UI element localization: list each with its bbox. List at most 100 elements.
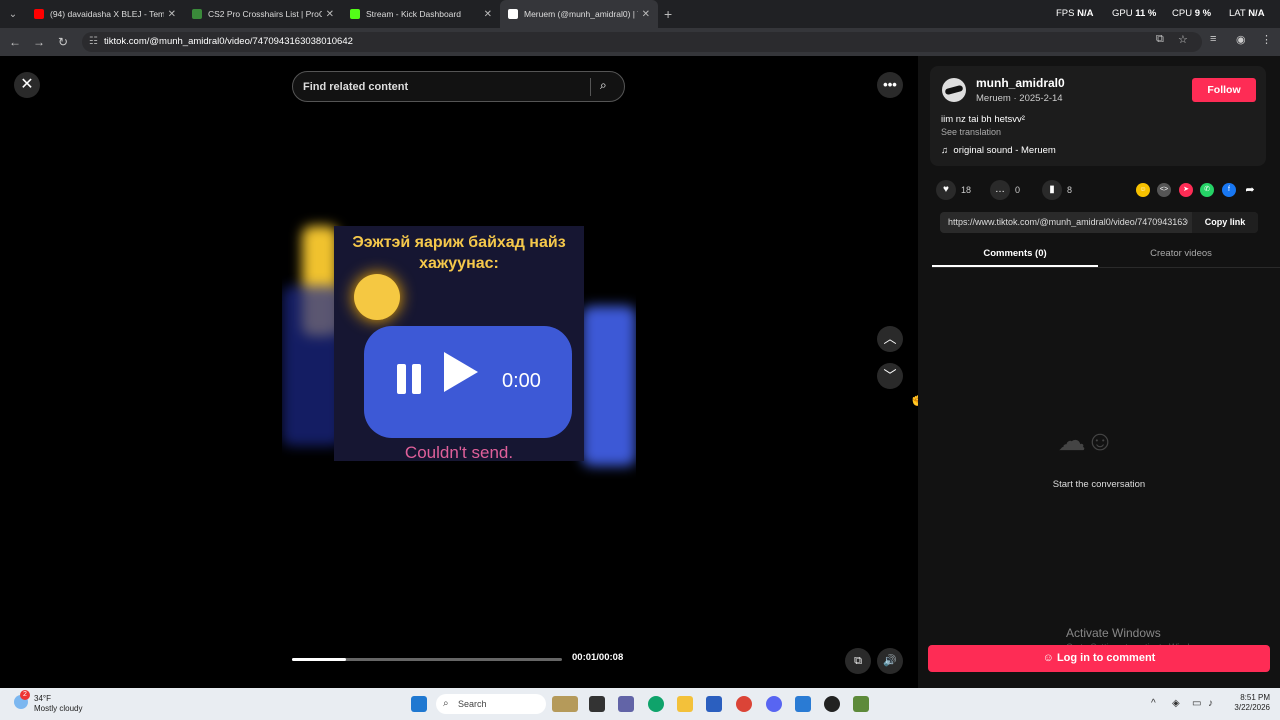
share-link-text[interactable]: https://www.tiktok.com/@munh_amidral0/vi…: [948, 217, 1188, 227]
chrome-icon[interactable]: [736, 696, 752, 712]
share-arrow-icon[interactable]: ➦: [1243, 183, 1257, 197]
follow-button[interactable]: Follow: [1192, 78, 1256, 102]
forward-arrow-icon[interactable]: →: [27, 35, 51, 49]
steelseries-icon[interactable]: [824, 696, 840, 712]
tab-creator-videos[interactable]: Creator videos: [1098, 248, 1264, 259]
windows-start-icon[interactable]: [411, 696, 427, 712]
see-translation-link[interactable]: See translation: [941, 127, 1001, 137]
play-icon[interactable]: [444, 352, 478, 392]
app-window-icon[interactable]: [795, 696, 811, 712]
chevron-up-icon[interactable]: ︿: [877, 326, 903, 352]
search-icon[interactable]: ⌕: [600, 78, 607, 93]
hud-label: FPS: [1056, 8, 1075, 19]
like-count: 18: [961, 185, 972, 195]
send-to-friends-icon[interactable]: ➤: [1179, 183, 1193, 197]
tab-close-icon[interactable]: ✕: [642, 9, 650, 20]
speaker-icon[interactable]: ♪: [1208, 698, 1213, 709]
minecraft-icon[interactable]: [853, 696, 869, 712]
search-highlight-icon[interactable]: [552, 696, 578, 712]
comment-icon: ☺: [1042, 652, 1054, 664]
browser-tab[interactable]: Stream - Kick Dashboard ✕: [342, 0, 500, 28]
tab-title: Stream - Kick Dashboard: [366, 9, 461, 19]
video-player[interactable]: Ээжтэй яариж байхад найз хажуунас: 0:00 …: [282, 106, 636, 688]
tiktok-video-viewer: ✕ Ээжтэй яариж байхад найз хажуунас: 0:0…: [0, 56, 1280, 688]
floating-player-icon[interactable]: ⧉: [845, 648, 871, 674]
taskbar-search[interactable]: ⌕ Search: [436, 694, 546, 714]
video-glow-decor: [582, 306, 636, 466]
site-info-icon[interactable]: ☷: [89, 32, 98, 52]
network-icon[interactable]: ▭: [1192, 698, 1201, 709]
active-tab-indicator: [932, 265, 1098, 267]
browser-tab[interactable]: CS2 Pro Crosshairs List | ProCro ✕: [184, 0, 342, 28]
like-button[interactable]: ♥ 18: [936, 180, 971, 200]
tray-overflow-chevron-icon[interactable]: ^: [1151, 698, 1156, 709]
discord-icon[interactable]: [766, 696, 782, 712]
activate-windows-title: Activate Windows: [1066, 626, 1161, 640]
task-view-icon[interactable]: [589, 696, 605, 712]
kick-favicon-icon: [350, 9, 360, 19]
repost-icon[interactable]: ☺: [1136, 183, 1150, 197]
clock-date: 3/22/2026: [1234, 703, 1270, 712]
tab-title: CS2 Pro Crosshairs List | ProCro: [208, 9, 322, 19]
tab-search-chevron-icon[interactable]: ⌄: [0, 0, 26, 28]
video-caption-text: Ээжтэй яариж байхад найз хажуунас:: [352, 234, 566, 272]
avatar[interactable]: [942, 78, 966, 102]
login-label: Log in to comment: [1056, 652, 1156, 664]
browser-menu-icon[interactable]: ⋮: [1261, 33, 1272, 46]
back-arrow-icon[interactable]: ←: [3, 35, 27, 49]
search-input[interactable]: [303, 78, 583, 96]
install-app-icon[interactable]: ⧉: [1156, 33, 1164, 46]
tab-comments[interactable]: Comments (0): [932, 248, 1098, 259]
reload-icon[interactable]: ↻: [51, 35, 75, 49]
save-button[interactable]: ▮ 8: [1042, 180, 1072, 200]
tab-close-icon[interactable]: ✕: [484, 9, 492, 20]
hud-value: 11 %: [1135, 8, 1157, 19]
tab-title: Meruem (@munh_amidral0) | T: [524, 9, 638, 19]
close-icon[interactable]: ✕: [14, 72, 40, 98]
author-username[interactable]: munh_amidral0: [976, 76, 1065, 90]
hud-value: N/A: [1248, 8, 1265, 19]
seek-bar-progress: [292, 658, 346, 661]
hud-lat: LAT N/A: [1229, 8, 1265, 19]
tab-close-icon[interactable]: ✕: [326, 9, 334, 20]
tab-close-icon[interactable]: ✕: [168, 9, 176, 20]
url-text: tiktok.com/@munh_amidral0/video/74709431…: [104, 36, 353, 47]
embed-icon[interactable]: <>: [1157, 183, 1171, 197]
action-bar: ♥ 18 … 0 ▮ 8 ☺ <> ➤ ✆ f ➦: [936, 180, 1272, 200]
more-options-icon[interactable]: •••: [877, 72, 903, 98]
copy-link-button[interactable]: Copy link: [1192, 212, 1258, 233]
browser-tab[interactable]: (94) davaidasha X BLEJ - Temtre ✕: [26, 0, 184, 28]
bookmark-star-icon[interactable]: ☆: [1178, 33, 1188, 46]
new-tab-plus-icon[interactable]: +: [664, 6, 672, 22]
notification-badge: 2: [20, 690, 30, 700]
teams-icon[interactable]: [618, 696, 634, 712]
url-bar[interactable]: ☷ tiktok.com/@munh_amidral0/video/747094…: [82, 32, 1202, 52]
link-box: https://www.tiktok.com/@munh_amidral0/vi…: [940, 212, 1258, 233]
star-character-icon: [354, 274, 400, 320]
taskbar-search-label: Search: [458, 699, 487, 709]
store-icon[interactable]: [706, 696, 722, 712]
volume-icon[interactable]: 🔊: [877, 648, 903, 674]
search-icon: ⌕: [443, 698, 449, 709]
browser-tab-active[interactable]: Meruem (@munh_amidral0) | T ✕: [500, 0, 658, 28]
whatsapp-icon[interactable]: ✆: [1200, 183, 1214, 197]
hud-fps: FPS N/A: [1056, 8, 1094, 19]
hud-label: LAT: [1229, 8, 1246, 19]
facebook-icon[interactable]: f: [1222, 183, 1236, 197]
login-to-comment-button[interactable]: ☺ Log in to comment: [928, 645, 1270, 672]
comment-button[interactable]: … 0: [990, 180, 1020, 200]
save-count: 8: [1067, 185, 1073, 195]
video-seek-bar[interactable]: [292, 658, 562, 661]
related-content-search: ⌕: [292, 71, 625, 102]
chevron-down-icon[interactable]: ﹀: [877, 363, 903, 389]
music-link[interactable]: ♫ original sound - Meruem: [941, 145, 1056, 156]
reading-list-icon[interactable]: ≡: [1210, 33, 1216, 45]
profile-avatar-icon[interactable]: ◉: [1236, 33, 1246, 46]
tray-app-icon[interactable]: ◈: [1172, 698, 1180, 709]
file-explorer-icon[interactable]: [677, 696, 693, 712]
taskbar-clock[interactable]: 8:51 PM 3/22/2026: [1222, 693, 1270, 713]
comment-count: 0: [1015, 185, 1021, 195]
edge-icon[interactable]: [648, 696, 664, 712]
comment-icon: …: [990, 180, 1010, 200]
windows-taskbar: 2 34°F Mostly cloudy ⌕ Search ^ ◈ ▭ ♪ 8:5…: [0, 688, 1280, 720]
